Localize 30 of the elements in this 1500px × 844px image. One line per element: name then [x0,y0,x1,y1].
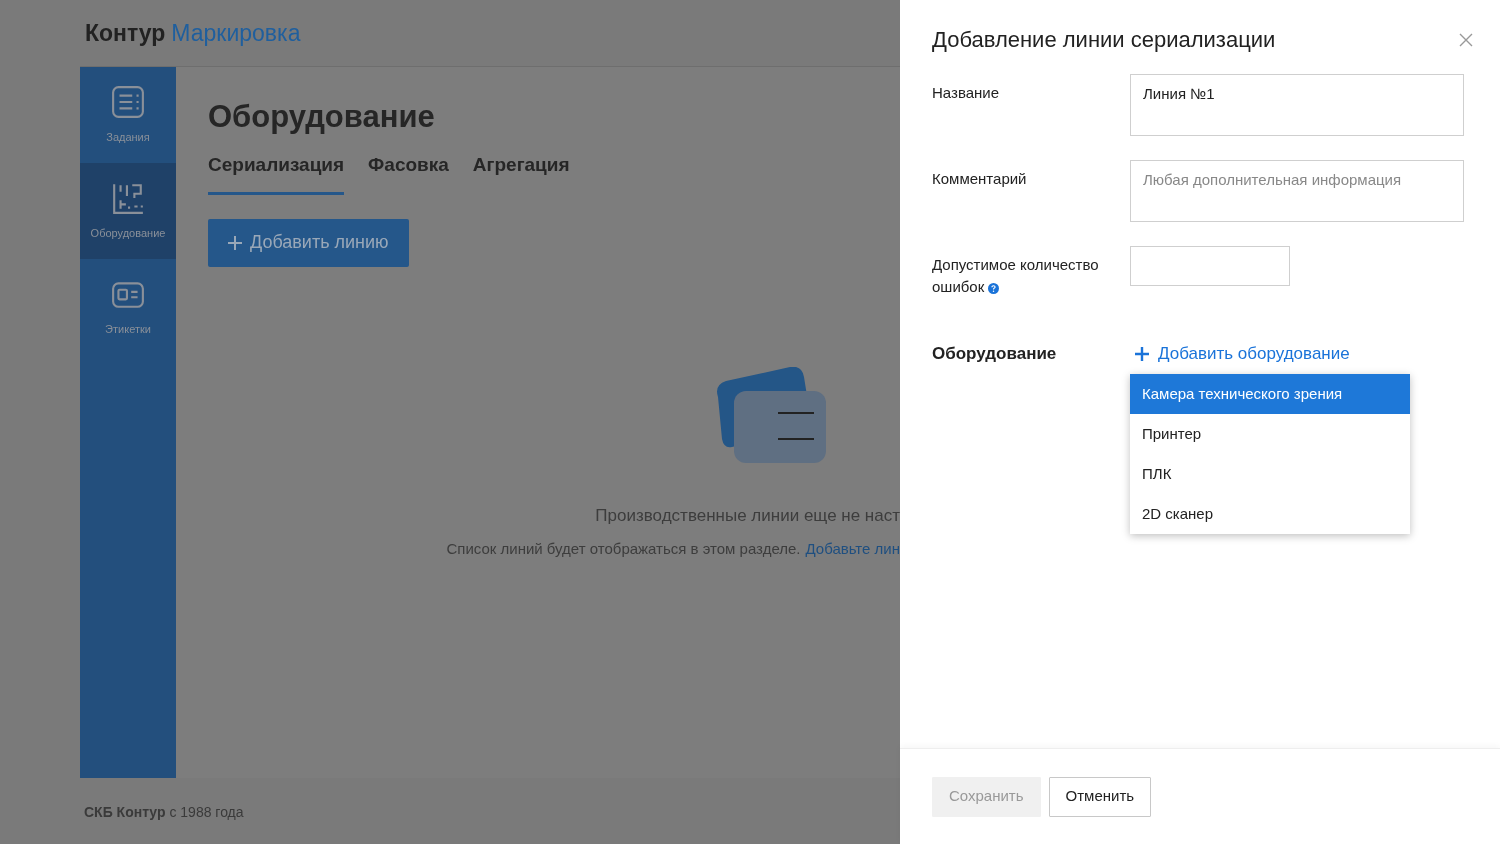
equipment-icon [111,181,145,215]
text-field[interactable]: Любая дополнительная информация [1130,160,1464,222]
close-button[interactable] [1458,32,1474,48]
field-label: Название [932,83,1001,103]
tasks-icon [111,85,145,119]
field-label: Комментарий [932,169,1028,189]
tab[interactable]: Фасовка [368,151,449,195]
error-limit-field[interactable] [1130,246,1290,286]
menu-item[interactable]: Принтер [1130,414,1410,454]
add-equipment-link[interactable]: Добавить оборудование [1130,342,1410,366]
page-title: Оборудование [208,98,436,136]
add-line-button[interactable]: Добавить линию [208,218,409,267]
panel-title: Добавление линии сериализации [932,26,1276,54]
cancel-button[interactable]: Отменить [1048,776,1152,817]
menu-item[interactable]: Камера технического зрения [1130,374,1410,414]
plus-icon [1134,346,1150,362]
menu-item[interactable]: ПЛК [1130,454,1410,494]
sidebar-item[interactable]: Оборудование [80,163,176,259]
add-line-link[interactable]: Добавьте лин [805,538,900,561]
menu-item[interactable]: 2D сканер [1130,494,1410,534]
plus-icon [228,235,242,250]
brand-logo: Контур Маркировка [85,19,301,48]
tab[interactable]: Сериализация [208,151,345,195]
tab[interactable]: Агрегация [472,151,570,195]
field-label: Допустимое количество ошибок [932,255,1100,297]
empty-state-text: Список линий будет отображаться в этом разделе. [446,539,801,559]
footer-copyright: СКБ Контур с 1988 года [84,803,245,822]
text-field[interactable]: Линия №1 [1130,74,1464,136]
empty-state-title: Производственные линии еще не наст [595,504,900,527]
equipment-label: Оборудование [932,343,1058,365]
